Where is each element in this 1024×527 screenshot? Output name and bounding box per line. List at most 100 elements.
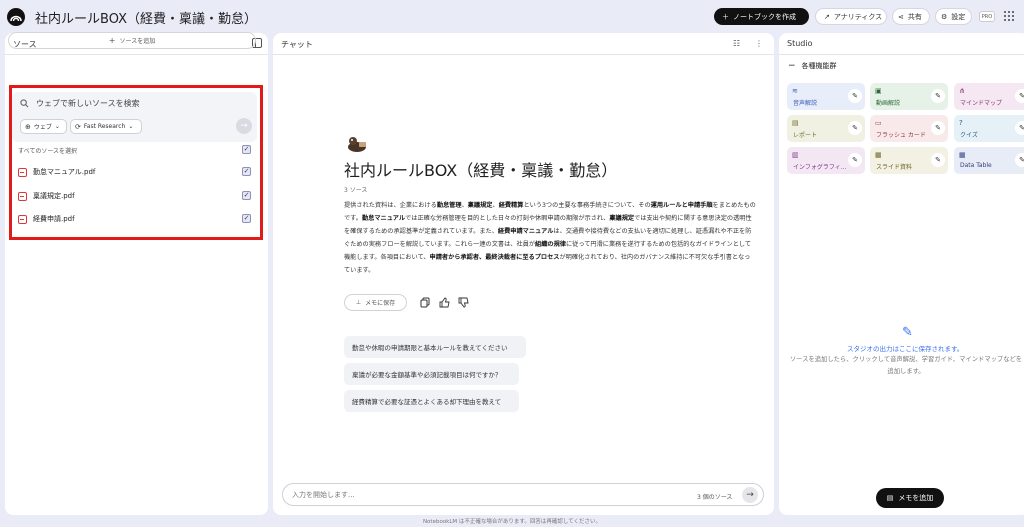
top-bar: 社内ルールBOX（経費・稟議・勤怠） ＋ ノートブックを作成 ↗ アナリティクス… (0, 0, 1024, 33)
save-to-note-button[interactable]: ⊥ メモに保存 (344, 294, 407, 311)
report-icon: ▤ (792, 119, 799, 127)
notebook-summary: 提供された資料は、企業における勤怠管理、稟議規定、経費精算という3つの主要な事務… (344, 199, 756, 277)
studio-empty-title: スタジオの出力はここに保存されます。 (847, 345, 964, 353)
studio-tile-label: フラッシュ カード (876, 132, 926, 139)
thumbs-up-icon[interactable] (439, 297, 450, 308)
edit-pencil-icon[interactable]: ✎ (931, 89, 945, 103)
edit-pencil-icon[interactable]: ✎ (848, 121, 862, 135)
studio-tile[interactable]: ▣ 動画解説 ✎ (870, 83, 948, 110)
studio-tile[interactable]: ? クイズ ✎ (954, 115, 1024, 142)
chat-input-placeholder: 入力を開始します... (292, 491, 355, 499)
summary-segment: 運用ルールと申請手順 (650, 202, 713, 209)
notebooklm-logo-icon[interactable] (7, 8, 25, 26)
highlight-annotation-box (9, 85, 263, 240)
thumbs-down-icon[interactable] (458, 297, 469, 308)
edit-pencil-icon[interactable]: ✎ (931, 121, 945, 135)
studio-tile[interactable]: ▥ インフォグラフィ... ✎ (787, 147, 865, 174)
notebook-heading: 社内ルールBOX（経費・稟議・勤怠） (344, 161, 618, 180)
share-button[interactable]: ⋖ 共有 (892, 8, 930, 25)
studio-tile-label: マインドマップ (960, 100, 1003, 107)
create-notebook-button[interactable]: ＋ ノートブックを作成 (714, 8, 809, 25)
trending-up-icon: ↗ (824, 12, 830, 21)
summary-segment: 提供された資料は、企業における (344, 202, 437, 209)
studio-tile[interactable]: ≋ 音声解説 ✎ (787, 83, 865, 110)
pin-icon: ⊥ (355, 299, 362, 306)
summary-segment: 経費申請マニュアル (497, 228, 554, 235)
summary-segment: 勤怠管理 (436, 202, 462, 209)
infographic-icon: ▥ (792, 151, 799, 159)
copy-icon[interactable] (420, 297, 431, 308)
plus-icon: + (108, 36, 116, 45)
arrow-right-icon: → (746, 490, 754, 500)
studio-empty-description: ソースを追加したら、クリックして音声解説、学習ガイド、マインドマップなどを追加し… (789, 356, 1023, 375)
edit-pencil-icon[interactable]: ✎ (848, 89, 862, 103)
note-icon: ▤ (886, 494, 894, 502)
source-count: 3 ソース (344, 187, 368, 194)
summary-segment: では正確な労務管理を目的とした日々の打刻や休暇申請の期限が示され、 (405, 215, 610, 222)
studio-section-header[interactable]: − 各種機能群 (788, 61, 837, 71)
notebook-emoji-icon (348, 137, 366, 152)
analytics-button[interactable]: ↗ アナリティクス (815, 8, 887, 25)
studio-tile-label: 音声解説 (793, 100, 818, 107)
share-icon: ⋖ (898, 12, 904, 21)
studio-tile-label: 動画解説 (876, 100, 901, 107)
studio-tile-label: レポート (793, 132, 818, 139)
studio-tile[interactable]: ▤ レポート ✎ (787, 115, 865, 142)
studio-panel-header: Studio (779, 33, 1024, 55)
share-label: 共有 (907, 12, 922, 21)
notebook-title[interactable]: 社内ルールBOX（経費・稟議・勤怠） (35, 8, 257, 27)
summary-segment: という3つの主要な事務手続きについて、その (523, 202, 651, 209)
mind-map-icon: ⋔ (959, 87, 965, 95)
pro-badge: PRO (979, 11, 995, 22)
magic-wand-icon: ✎ (902, 325, 913, 340)
add-source-label: ソースを追加 (119, 38, 156, 45)
send-button[interactable]: → (742, 487, 758, 503)
settings-button[interactable]: ⚙ 設定 (935, 8, 972, 25)
summary-segment: 稟議規定 (467, 202, 493, 209)
video-overview-icon: ▣ (875, 87, 882, 95)
add-note-button[interactable]: ▤ メモを追加 (876, 488, 944, 508)
edit-pencil-icon[interactable]: ✎ (848, 153, 862, 167)
flashcard-icon: ▭ (875, 119, 882, 127)
tune-icon[interactable]: ☷ (733, 39, 740, 48)
studio-tile[interactable]: ▭ フラッシュ カード ✎ (870, 115, 948, 142)
plus-icon: ＋ (722, 12, 729, 21)
edit-pencil-icon[interactable]: ✎ (1015, 153, 1024, 167)
suggested-question[interactable]: 経費精算で必要な証憑とよくある却下理由を教えて (344, 390, 519, 412)
analytics-label: アナリティクス (833, 12, 883, 21)
edit-pencil-icon[interactable]: ✎ (1015, 121, 1024, 135)
summary-segment: 申請者から承認者、最終決裁者に至るプロセス (429, 254, 560, 261)
data-table-icon: ▦ (959, 151, 966, 159)
suggested-question[interactable]: 勤怠や休暇の申請期限と基本ルールを教えてください (344, 336, 526, 358)
create-notebook-label: ノートブックを作成 (733, 12, 796, 21)
studio-tile[interactable]: ▦ Data Table ✎ (954, 147, 1024, 174)
chat-panel-header: チャット ☷ ⋮ (273, 33, 774, 55)
edit-pencil-icon[interactable]: ✎ (931, 153, 945, 167)
slides-icon: ▦ (875, 151, 882, 159)
studio-tile[interactable]: ▦ スライド資料 ✎ (870, 147, 948, 174)
studio-tile[interactable]: ⋔ マインドマップ ✎ (954, 83, 1024, 110)
summary-segment: 経費精算 (498, 202, 524, 209)
footer-disclaimer: NotebookLM は不正確な場合があります。回答は再確認してください。 (422, 519, 602, 525)
gear-icon: ⚙ (941, 12, 948, 21)
audio-overview-icon: ≋ (792, 87, 798, 95)
settings-label: 設定 (951, 12, 966, 21)
studio-tile-label: Data Table (960, 162, 992, 169)
suggested-question[interactable]: 稟議が必要な金額基準や必須記載項目は何ですか？ (344, 363, 519, 385)
collapse-icon: − (788, 61, 796, 71)
summary-segment: 勤怠マニュアル (361, 215, 406, 222)
edit-pencil-icon[interactable]: ✎ (1015, 89, 1024, 103)
add-source-button[interactable]: + ソースを追加 (8, 32, 256, 49)
chat-input-source-count: 3 個のソース (697, 494, 733, 501)
studio-tile-label: クイズ (960, 132, 978, 139)
studio-tile-label: スライド資料 (876, 164, 913, 171)
summary-segment: 稟議規定 (609, 215, 635, 222)
chat-panel-title: チャット (281, 40, 313, 49)
studio-panel-title: Studio (787, 39, 813, 48)
quiz-icon: ? (959, 119, 963, 127)
studio-section-title: 各種機能群 (801, 62, 837, 70)
studio-tile-label: インフォグラフィ... (793, 164, 847, 171)
more-vert-icon[interactable]: ⋮ (755, 39, 763, 48)
apps-grid-icon[interactable] (1004, 11, 1014, 21)
add-note-label: メモを追加 (898, 494, 934, 502)
